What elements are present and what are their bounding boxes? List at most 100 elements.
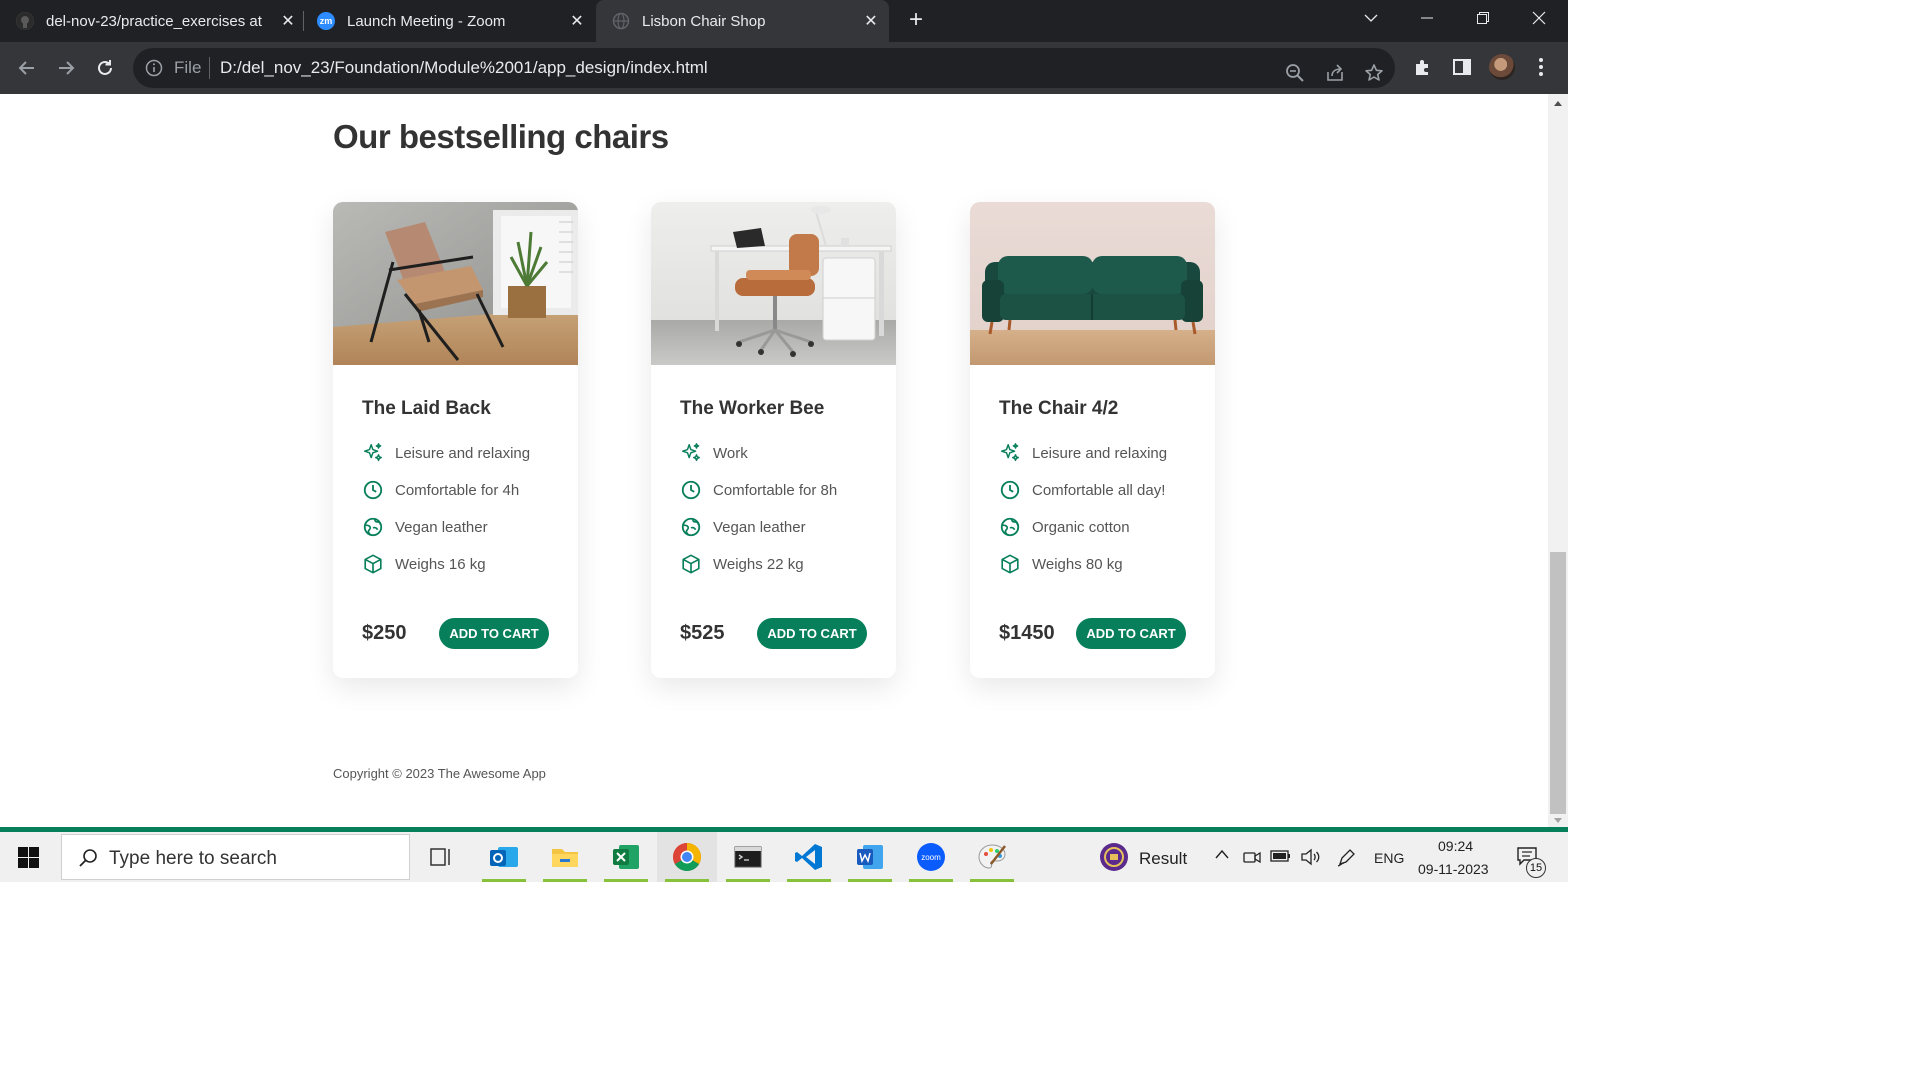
sparkles-icon <box>362 442 384 464</box>
product-card: The Worker Bee Work Comfortable for 8h V… <box>651 202 896 678</box>
clock-date[interactable]: 09-11-2023 <box>1418 861 1489 877</box>
clock-icon <box>362 479 384 501</box>
footer-copyright: Copyright © 2023 The Awesome App <box>333 766 546 781</box>
extensions-icon[interactable] <box>1411 55 1435 79</box>
product-name: The Chair 4/2 <box>999 398 1119 419</box>
cube-icon <box>680 553 702 575</box>
word-icon[interactable] <box>840 832 900 882</box>
running-indicator <box>726 879 770 882</box>
running-indicator <box>604 879 648 882</box>
clock-icon <box>999 479 1021 501</box>
office-chair-photo <box>651 202 896 365</box>
forward-icon[interactable] <box>52 54 80 82</box>
add-to-cart-button[interactable]: ADD TO CART <box>439 618 549 649</box>
clock-icon <box>680 479 702 501</box>
product-price: $1450 <box>999 622 1055 644</box>
attribute-row: Work <box>680 441 748 465</box>
product-price: $250 <box>362 622 407 644</box>
language-indicator[interactable]: ENG <box>1374 850 1404 866</box>
green-sofa-photo <box>970 202 1215 365</box>
attribute-row: Weighs 80 kg <box>999 552 1123 576</box>
close-tab-icon[interactable]: ✕ <box>278 11 298 31</box>
product-price: $525 <box>680 622 725 644</box>
cricket-widget-icon[interactable] <box>1099 842 1129 872</box>
zoom-app-icon[interactable]: zoom <box>901 832 961 882</box>
clock-time[interactable]: 09:24 <box>1438 838 1473 854</box>
running-indicator <box>482 879 526 882</box>
minimize-icon[interactable] <box>1404 0 1450 36</box>
attribute-row: Comfortable for 8h <box>680 478 837 502</box>
attribute-row: Weighs 16 kg <box>362 552 486 576</box>
url-text[interactable]: D:/del_nov_23/Foundation/Module%2001/app… <box>220 58 708 78</box>
tab-title: Lisbon Chair Shop <box>642 12 766 30</box>
address-bar[interactable]: File D:/del_nov_23/Foundation/Module%200… <box>133 48 1395 88</box>
restore-icon[interactable] <box>1460 0 1506 36</box>
tab-lisbon-chair-shop[interactable]: Lisbon Chair Shop ✕ <box>596 0 889 42</box>
windows-taskbar: Type here to search zoom Result ENG 09:2… <box>0 832 1568 882</box>
running-indicator <box>543 879 587 882</box>
widget-label[interactable]: Result <box>1139 849 1187 869</box>
chrome-icon[interactable] <box>657 832 717 882</box>
product-name: The Laid Back <box>362 398 491 419</box>
globe-leaf-icon <box>999 516 1021 538</box>
running-indicator <box>970 879 1014 882</box>
attribute-row: Leisure and relaxing <box>999 441 1167 465</box>
bookmark-star-icon[interactable] <box>1362 61 1386 85</box>
scheme-label: File <box>174 58 202 77</box>
page-viewport: Our bestselling chairs The Laid Back Lei… <box>0 94 1548 827</box>
close-tab-icon[interactable]: ✕ <box>567 11 587 31</box>
attribute-text: Work <box>713 444 748 462</box>
add-to-cart-button[interactable]: ADD TO CART <box>1076 618 1186 649</box>
close-window-icon[interactable] <box>1516 0 1562 36</box>
running-indicator <box>848 879 892 882</box>
product-card: The Laid Back Leisure and relaxing Comfo… <box>333 202 578 678</box>
taskbar-search-input[interactable]: Type here to search <box>61 834 410 880</box>
vscode-icon[interactable] <box>779 832 839 882</box>
volume-icon[interactable] <box>1300 848 1320 866</box>
attribute-text: Leisure and relaxing <box>395 444 531 462</box>
attribute-text: Vegan leather <box>395 518 488 536</box>
scrollbar-thumb[interactable] <box>1550 552 1566 814</box>
chevron-up-icon[interactable] <box>1214 848 1230 860</box>
reload-icon[interactable] <box>91 54 119 82</box>
add-to-cart-button[interactable]: ADD TO CART <box>757 618 867 649</box>
tab-title: Launch Meeting - Zoom <box>347 12 506 30</box>
outlook-icon[interactable] <box>474 832 534 882</box>
cube-icon <box>362 553 384 575</box>
task-view-icon[interactable] <box>411 832 471 882</box>
attribute-text: Comfortable for 8h <box>713 481 838 499</box>
pen-icon[interactable] <box>1336 848 1356 868</box>
scroll-down-arrow-icon[interactable] <box>1554 818 1562 823</box>
browser-toolbar: File D:/del_nov_23/Foundation/Module%200… <box>0 42 1568 94</box>
sparkles-icon <box>680 442 702 464</box>
tab-search-chevron-icon[interactable] <box>1348 0 1394 36</box>
attribute-row: Organic cotton <box>999 515 1130 539</box>
tab-github[interactable]: del-nov-23/practice_exercises at ✕ <box>16 0 298 42</box>
attribute-text: Organic cotton <box>1032 518 1130 536</box>
info-icon[interactable] <box>145 59 163 82</box>
profile-avatar[interactable] <box>1489 54 1515 80</box>
windows-start-icon[interactable] <box>18 847 39 873</box>
meet-now-icon[interactable] <box>1243 848 1261 866</box>
tab-title: del-nov-23/practice_exercises at <box>46 12 262 30</box>
file-explorer-icon[interactable] <box>535 832 595 882</box>
attribute-text: Comfortable all day! <box>1032 481 1166 499</box>
running-indicator <box>665 879 709 882</box>
zoom-out-icon[interactable] <box>1283 61 1307 85</box>
paint-icon[interactable] <box>962 832 1022 882</box>
battery-icon[interactable] <box>1270 848 1292 864</box>
excel-icon[interactable] <box>596 832 656 882</box>
vertical-scrollbar[interactable] <box>1548 94 1568 827</box>
close-tab-icon[interactable]: ✕ <box>861 11 881 31</box>
back-icon[interactable] <box>13 54 41 82</box>
globe-leaf-icon <box>680 516 702 538</box>
scroll-up-arrow-icon[interactable] <box>1554 101 1562 106</box>
tab-zoom[interactable]: zm Launch Meeting - Zoom ✕ <box>317 0 587 42</box>
side-panel-icon[interactable] <box>1450 55 1474 79</box>
new-tab-button[interactable]: + <box>903 8 929 34</box>
lounge-chair-photo <box>333 202 578 365</box>
share-icon[interactable] <box>1323 61 1347 85</box>
terminal-icon[interactable] <box>718 832 778 882</box>
notification-count-badge: 15 <box>1526 858 1546 878</box>
menu-kebab-icon[interactable] <box>1529 55 1553 79</box>
